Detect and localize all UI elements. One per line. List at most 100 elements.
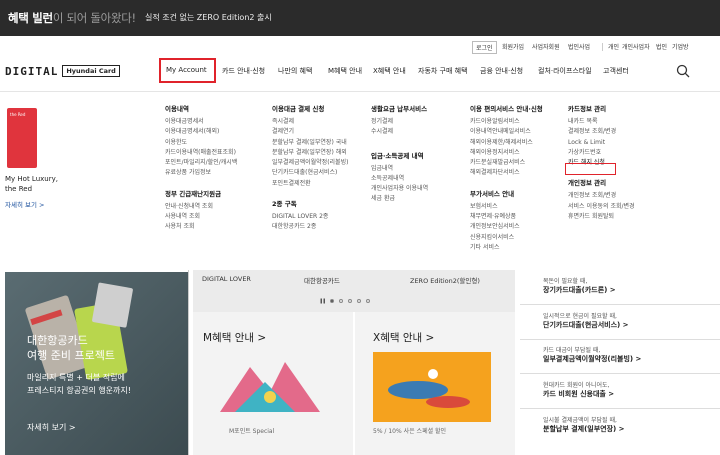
finance-item-desc: 목돈이 필요할 때, [543,278,588,285]
menu-item[interactable]: 일부결제금액이월약정(리볼빙) [272,158,367,168]
menu-item[interactable]: 유료상품 가입정보 [165,168,265,178]
menu-heading: 이용 편의서비스 안내·신청 [470,105,543,113]
card-image[interactable]: the Red [7,108,37,168]
menu-item[interactable]: 내카드 목록 [568,117,678,127]
menu-item[interactable]: 기타 서비스 [470,243,560,253]
slider-tab[interactable]: 대한항공카드 [304,275,340,285]
menu-item[interactable]: 가상카드번호 [568,148,678,158]
util-link[interactable]: 개인사업자 [622,42,650,51]
menu-item[interactable]: DIGITAL LOVER 2종 [272,212,367,222]
menu-item[interactable]: 단기카드대출(현금서비스) [272,168,367,178]
side-card-link[interactable]: 자세히 보기 > [5,200,44,210]
finance-item-link[interactable]: 분할납부 결제(일부연장) > [543,424,625,434]
promo-link[interactable]: 자세히 보기 > [27,422,76,433]
menu-item[interactable]: 카드이용알림서비스 [470,117,560,127]
slider-dot[interactable] [357,299,361,303]
menu-item[interactable]: 세금 환급 [371,194,461,204]
menu-item[interactable]: 채무면제·유예상품 [470,212,560,222]
menu-item[interactable]: 정기결제 [371,117,461,127]
gnb-item-card-apply[interactable]: 카드 안내·신청 [222,66,265,76]
menu-item[interactable]: 신용지킴이서비스 [470,233,560,243]
menu-item[interactable]: 결제정보 조회/변경 [568,127,678,137]
menu-item[interactable]: 즉시결제 [272,117,367,127]
promo-banner[interactable]: 대한항공카드 여행 준비 프로젝트 마일리지 특별 + 더블 적립에 프레스티지… [5,272,188,455]
x-benefit-card[interactable]: X혜택 안내 > 5% / 10% 사은 스페셜 할인 [355,312,515,455]
m-benefit-illustration [220,362,320,412]
menu-item[interactable]: 입금내역 [371,164,461,174]
gnb-item-finance[interactable]: 금융 안내·신청 [480,66,523,76]
x-benefit-title[interactable]: X혜택 안내 > [373,330,434,345]
menu-item[interactable]: 서비스 이용동의 조회/변경 [568,202,678,212]
search-icon[interactable] [676,64,690,78]
gnb-item-x-benefit[interactable]: X혜택 안내 [373,66,406,76]
gnb-item-car-benefit[interactable]: 자동차 구매 혜택 [418,66,468,76]
menu-item[interactable]: 해외결제차단서비스 [470,168,560,178]
menu-item[interactable]: 결제연기 [272,127,367,137]
logo-badge: Hyundai Card [62,65,120,77]
menu-item[interactable]: 이용내역안내메일서비스 [470,127,560,137]
menu-item[interactable]: 사용처 조회 [165,222,265,232]
gnb-item-culture[interactable]: 컬처·라이프스타일 [538,66,592,76]
slider-dot[interactable] [366,299,370,303]
menu-item[interactable]: 이용한도 [165,138,265,148]
menu-item[interactable]: 카드이용내역(매출전표조회) [165,148,265,158]
menu-item[interactable]: 이용대금명세서 [165,117,265,127]
slider-tab[interactable]: ZERO Edition2(할인형) [410,275,480,285]
menu-item[interactable]: 개인사업자용 이용내역 [371,184,461,194]
finance-item-link[interactable]: 장기카드대출(카드론) > [543,285,616,295]
gnb-item-m-benefit[interactable]: M혜택 안내 [328,66,362,76]
menu-item[interactable]: 안내·신청내역 조회 [165,202,265,212]
promo-desc-1: 마일리지 특별 + 더블 적립에 [27,373,125,382]
util-link[interactable]: 기업방 [672,42,689,51]
util-link[interactable]: 회원가입 [502,42,524,51]
util-link[interactable]: 법인사업 [568,42,590,51]
x-benefit-illustration [373,352,491,422]
menu-item[interactable]: 개인정보안심서비스 [470,222,560,232]
logo[interactable]: DIGITAL Hyundai Card [5,64,120,78]
top-banner[interactable]: 혜택 빌런이 되어 돌아왔다! 실적 조건 없는 ZERO Edition2 출… [0,0,720,36]
menu-item[interactable]: 이용대금명세서(해외) [165,127,265,137]
divider [520,339,720,340]
util-link[interactable]: 사업자회원 [532,42,560,51]
menu-item[interactable]: 해외이용정지서비스 [470,148,560,158]
menu-item[interactable]: 대한항공카드 2종 [272,222,367,232]
gnb-item-my-benefit[interactable]: 나만의 혜택 [278,66,312,76]
divider [520,304,720,305]
menu-item[interactable]: 소득공제내역 [371,174,461,184]
menu-item[interactable]: 분할납부 결제(일부연장) 국내 [272,138,367,148]
gnb-item-support[interactable]: 고객센터 [603,66,629,76]
finance-item-link[interactable]: 카드 비회원 신용대출 > [543,389,614,399]
menu-item[interactable]: 보험서비스 [470,202,560,212]
menu-heading: 개인정보 관리 [568,179,607,188]
menu-item[interactable]: 분할납부 결제(일부연장) 해외 [272,148,367,158]
pause-icon[interactable] [320,298,326,304]
menu-item[interactable]: 포인트결제전환 [272,179,367,189]
slider-tab[interactable]: DIGITAL LOVER [202,275,251,283]
login-button[interactable]: 로그인 [472,41,497,54]
menu-item[interactable]: 휴면카드 회원탈퇴 [568,212,678,222]
menu-item[interactable]: 해외이용제한/해제서비스 [470,138,560,148]
menu-item[interactable]: 포인트/마일리지/할인/캐시백 [165,158,265,168]
m-benefit-card[interactable]: M혜택 안내 > M포인트 Special [193,312,353,455]
gnb-divider [0,91,720,92]
slider-dot[interactable] [339,299,343,303]
menu-heading: 정부 긴급재난지원금 [165,189,222,198]
menu-column-payment: 이용대금 결제 신청 즉시결제 결제연기 분할납부 결제(일부연장) 국내 분할… [272,103,367,233]
menu-item[interactable]: 개인정보 조회/변경 [568,191,678,201]
finance-item-desc: 현대카드 회원이 아니어도, [543,382,610,389]
m-benefit-title[interactable]: M혜택 안내 > [203,330,266,345]
banner-notice[interactable]: 실적 조건 없는 ZERO Edition2 출시 [145,12,272,23]
util-link[interactable]: 개인 [608,42,619,51]
menu-item[interactable]: Lock & Limit [568,138,678,148]
menu-item[interactable]: 수시결제 [371,127,461,137]
finance-item-link[interactable]: 일부결제금액이월약정(리볼빙) > [543,354,641,364]
slider-dot[interactable] [348,299,352,303]
gnb-item-my-account[interactable]: My Account [166,66,207,74]
slider-dot[interactable] [330,299,334,303]
side-card-title: My Hot Luxury, the Red [5,175,58,193]
menu-item[interactable]: 사용내역 조회 [165,212,265,222]
menu-item[interactable]: 카드분실재발급서비스 [470,158,560,168]
finance-item-link[interactable]: 단기카드대출(현금서비스) > [543,320,629,330]
menu-heading: 카드정보 관리 [568,105,607,113]
util-link[interactable]: 법인 [656,42,667,51]
